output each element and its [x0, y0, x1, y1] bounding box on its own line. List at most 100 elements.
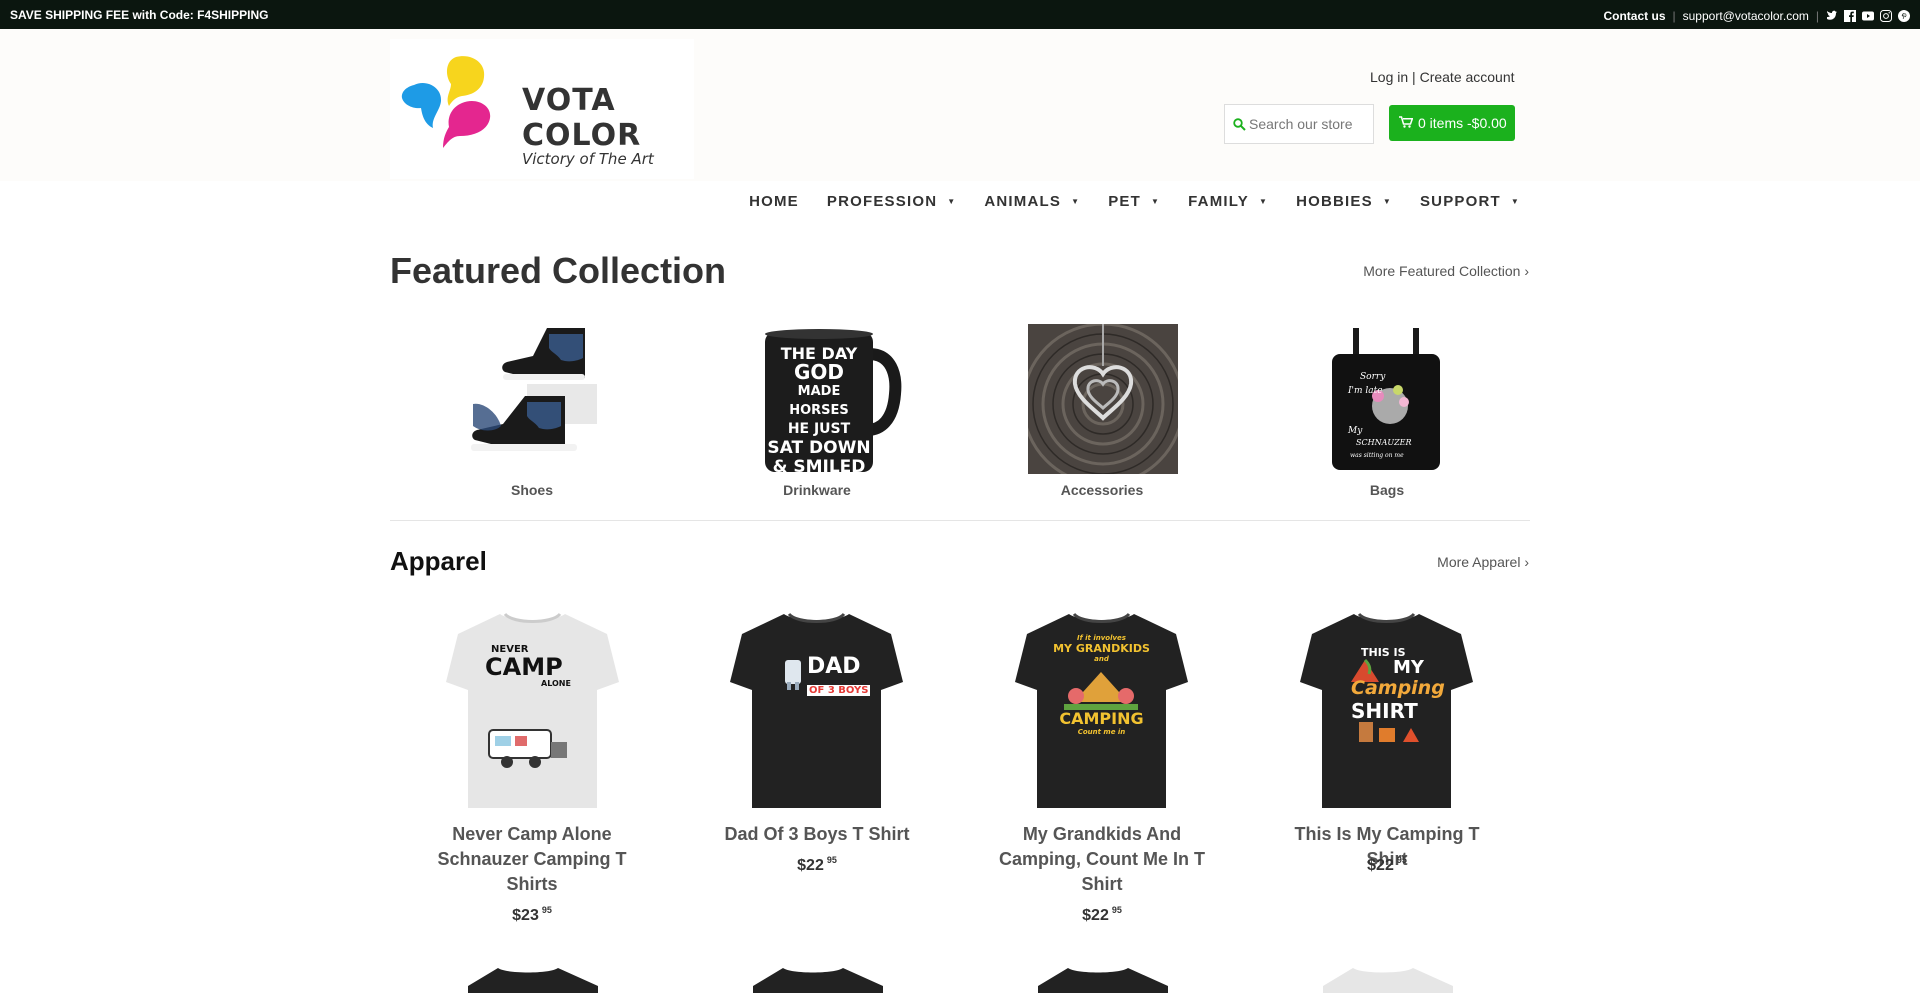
shirt-print-line: CAMPING: [1059, 709, 1144, 728]
product-image[interactable]: NEVER CAMP ALONE: [445, 612, 620, 812]
account-links: Log in | Create account: [1370, 69, 1515, 85]
cart-button[interactable]: 0 items -$0.00: [1389, 105, 1515, 141]
price-cents: 95: [826, 855, 837, 865]
logo-text: VOTA COLOR Victory of The Art: [522, 83, 694, 168]
mug-text-line: & SMILED: [772, 457, 866, 477]
product-title[interactable]: Dad Of 3 Boys T Shirt: [702, 822, 932, 847]
instagram-icon[interactable]: [1880, 10, 1892, 22]
featured-collection-title: Featured Collection: [390, 250, 727, 291]
nav-label: PROFESSION: [826, 193, 938, 210]
support-email-link[interactable]: support@votacolor.com: [1683, 9, 1809, 23]
nav-item-hobbies[interactable]: HOBBIES ▼: [1296, 193, 1392, 210]
mug-text-line: MADE HORSES: [789, 384, 849, 418]
product-price: $22 95: [987, 905, 1217, 925]
collection-label-drinkware[interactable]: Drinkware: [707, 482, 927, 498]
collection-label-accessories[interactable]: Accessories: [992, 482, 1212, 498]
shirt-print: NEVER CAMP ALONE: [485, 644, 585, 688]
nav-label: ANIMALS: [984, 193, 1062, 210]
promo-text: SAVE SHIPPING FEE with Code: F4SHIPPING: [10, 8, 269, 22]
divider: |: [1672, 9, 1676, 23]
nav-item-family[interactable]: FAMILY ▼: [1188, 193, 1268, 210]
price-cents: 95: [1111, 905, 1122, 915]
nav-item-pet[interactable]: PET ▼: [1108, 193, 1160, 210]
twitter-icon[interactable]: [1826, 10, 1838, 22]
shirt-print-line: Camping: [1351, 677, 1445, 699]
collection-image-drinkware[interactable]: THE DAY GOD MADE HORSES HE JUST SAT DOWN…: [757, 324, 907, 477]
shirt-print-line: MY: [1393, 657, 1424, 678]
nav-item-profession[interactable]: PROFESSION ▼: [827, 193, 956, 210]
topbar-links: Contact us | support@votacolor.com |: [1603, 9, 1910, 23]
product-title[interactable]: Never Camp Alone Schnauzer Camping T Shi…: [417, 822, 647, 897]
contact-us-link[interactable]: Contact us: [1603, 9, 1665, 23]
price-main: $22: [797, 857, 824, 874]
bag-text-line: I'm late: [1348, 386, 1383, 396]
collection-image-accessories[interactable]: [1021, 322, 1185, 486]
price-cents: 95: [1396, 855, 1407, 865]
nav-item-animals[interactable]: ANIMALS ▼: [984, 193, 1080, 210]
nav-label: HOME: [749, 193, 799, 210]
login-link[interactable]: Log in: [1370, 69, 1408, 85]
shirt-print-line: ALONE: [541, 679, 571, 688]
caret-down-icon: ▼: [1382, 197, 1392, 206]
youtube-icon[interactable]: [1862, 10, 1874, 22]
mug-text-line: SAT DOWN: [767, 438, 871, 458]
nav-label: SUPPORT: [1419, 193, 1501, 210]
facebook-icon[interactable]: [1844, 10, 1856, 22]
logo-mark-icon: [401, 56, 491, 148]
caret-down-icon: ▼: [1151, 197, 1161, 206]
product-price: $22 95: [1272, 855, 1502, 875]
shirt-print-line: DAD: [807, 654, 861, 679]
nav-label: FAMILY: [1188, 193, 1249, 210]
account-separator: |: [1412, 69, 1416, 85]
shirt-print-line: Count me in: [1077, 728, 1126, 736]
product-image[interactable]: [1313, 966, 1463, 993]
product-image[interactable]: If it involves MY GRANDKIDS and CAMPING …: [1014, 612, 1189, 812]
caret-down-icon: ▼: [947, 197, 957, 206]
product-image[interactable]: DAD OF 3 BOYS: [729, 612, 904, 812]
product-image[interactable]: [458, 966, 608, 993]
product-image[interactable]: [743, 966, 893, 993]
nav-item-home[interactable]: HOME: [749, 193, 799, 210]
bag-text-line: was sitting on me: [1350, 452, 1404, 459]
divider: |: [1815, 9, 1819, 23]
price-main: $22: [1082, 907, 1109, 924]
shirt-print-line: and: [1094, 655, 1109, 663]
announcement-bar: SAVE SHIPPING FEE with Code: F4SHIPPING …: [0, 0, 1920, 29]
caret-down-icon: ▼: [1258, 197, 1269, 206]
section-divider: [390, 520, 1530, 521]
product-image[interactable]: [1028, 966, 1178, 993]
cart-icon: [1399, 115, 1414, 131]
collection-image-bags[interactable]: Sorry I'm late My SCHNAUZER was sitting …: [1312, 324, 1462, 474]
bag-text-line: Sorry: [1360, 372, 1386, 382]
search-icon[interactable]: [1233, 118, 1246, 136]
search-input[interactable]: [1249, 114, 1371, 134]
price-cents: 95: [541, 905, 552, 915]
nav-label: HOBBIES: [1296, 193, 1373, 210]
apparel-title: Apparel: [390, 546, 487, 576]
search-box: [1224, 104, 1374, 144]
nav-item-support[interactable]: SUPPORT ▼: [1420, 193, 1520, 210]
more-apparel-link[interactable]: More Apparel ›: [1437, 554, 1529, 570]
site-logo[interactable]: VOTA COLOR Victory of The Art: [390, 39, 694, 179]
shirt-print: DAD OF 3 BOYS: [807, 654, 871, 697]
collection-image-shoes[interactable]: [457, 324, 607, 474]
caret-down-icon: ▼: [1510, 197, 1520, 206]
bag-text-line: SCHNAUZER: [1356, 438, 1412, 447]
nav-label: PET: [1108, 193, 1141, 210]
main-nav: HOME PROFESSION ▼ ANIMALS ▼ PET ▼ FAMILY ▼ H…: [0, 181, 1920, 227]
logo-title: VOTA COLOR: [522, 83, 642, 153]
more-featured-link[interactable]: More Featured Collection ›: [1363, 263, 1529, 279]
site-header: VOTA COLOR Victory of The Art Log in | C…: [0, 29, 1920, 181]
collection-label-bags[interactable]: Bags: [1277, 482, 1497, 498]
shirt-print-line: OF 3 BOYS: [807, 685, 871, 696]
product-price: $22 95: [702, 855, 932, 875]
shirt-print-line: MY GRANDKIDS: [1053, 642, 1150, 655]
pinterest-icon[interactable]: [1898, 10, 1910, 22]
shirt-print: THIS IS MY Camping SHIRT: [1351, 646, 1451, 723]
create-account-link[interactable]: Create account: [1420, 69, 1515, 85]
product-title[interactable]: My Grandkids And Camping, Count Me In T …: [987, 822, 1217, 897]
collection-label-shoes[interactable]: Shoes: [422, 482, 642, 498]
price-main: $22: [1367, 857, 1394, 874]
caret-down-icon: ▼: [1071, 197, 1081, 206]
product-image[interactable]: THIS IS MY Camping SHIRT: [1299, 612, 1474, 812]
